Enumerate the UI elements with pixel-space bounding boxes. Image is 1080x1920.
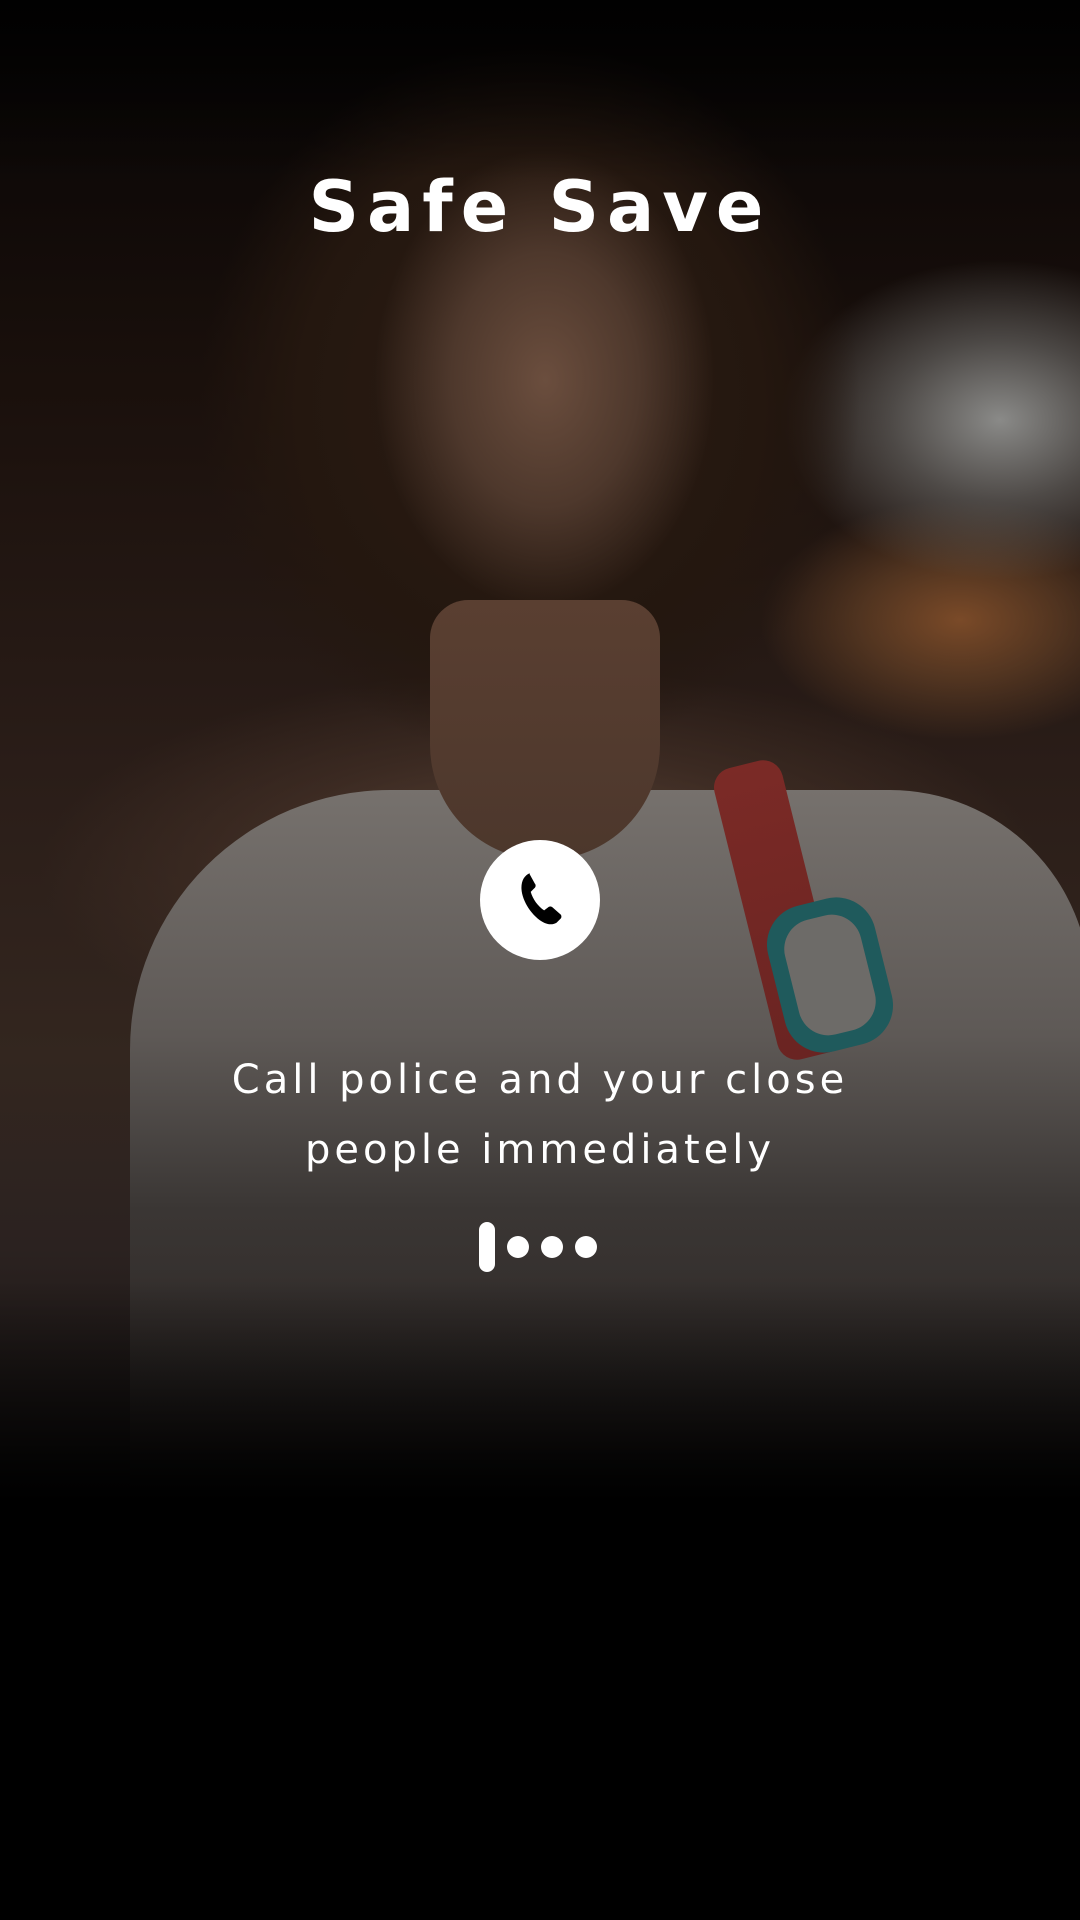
call-instruction-text: Call police and your close people immedi…: [231, 1057, 849, 1173]
page-indicator-dot: [541, 1236, 563, 1258]
page-indicator-dot: [575, 1236, 597, 1258]
page-indicator-dot: [507, 1236, 529, 1258]
app-title: Safe Save: [308, 166, 772, 248]
app-screen: Safe Save Call police and your close peo…: [0, 0, 1080, 1920]
page-indicator-active: [479, 1222, 495, 1272]
page-indicator: [479, 1222, 603, 1272]
top-vignette: [0, 0, 1080, 180]
background-photo-neck: [430, 600, 660, 860]
bottom-vignette: [0, 1280, 1080, 1920]
phone-handset-icon: [507, 865, 573, 935]
call-button[interactable]: [480, 840, 600, 960]
